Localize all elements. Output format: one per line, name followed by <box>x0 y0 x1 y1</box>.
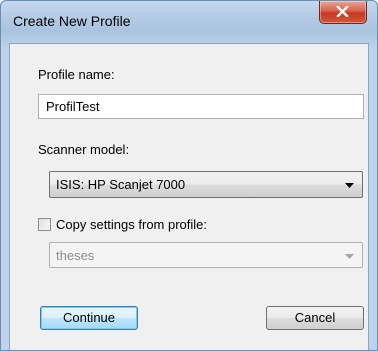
dialog-window: Create New Profile Profile name: ProfilT… <box>0 0 378 351</box>
copy-settings-label[interactable]: Copy settings from profile: <box>56 217 207 232</box>
copy-profile-select[interactable]: theses <box>49 242 363 268</box>
close-button[interactable] <box>319 1 367 24</box>
profile-name-input[interactable]: ProfilTest <box>38 94 364 119</box>
copy-settings-checkbox[interactable] <box>38 218 51 231</box>
dialog-body: Profile name: ProfilTest Scanner model: … <box>9 43 369 350</box>
continue-button[interactable]: Continue <box>40 306 138 330</box>
scanner-model-label: Scanner model: <box>38 142 130 157</box>
title-bar[interactable]: Create New Profile <box>1 1 377 43</box>
window-title: Create New Profile <box>13 13 131 29</box>
profile-name-label: Profile name: <box>38 67 115 82</box>
scanner-model-select[interactable]: ISIS: HP Scanjet 7000 <box>49 171 363 198</box>
dropdown-arrow-icon <box>345 254 354 259</box>
close-icon <box>336 6 349 17</box>
scanner-model-value: ISIS: HP Scanjet 7000 <box>56 177 186 192</box>
cancel-button[interactable]: Cancel <box>266 306 364 330</box>
copy-profile-value: theses <box>56 248 95 263</box>
dropdown-arrow-icon <box>345 183 354 188</box>
